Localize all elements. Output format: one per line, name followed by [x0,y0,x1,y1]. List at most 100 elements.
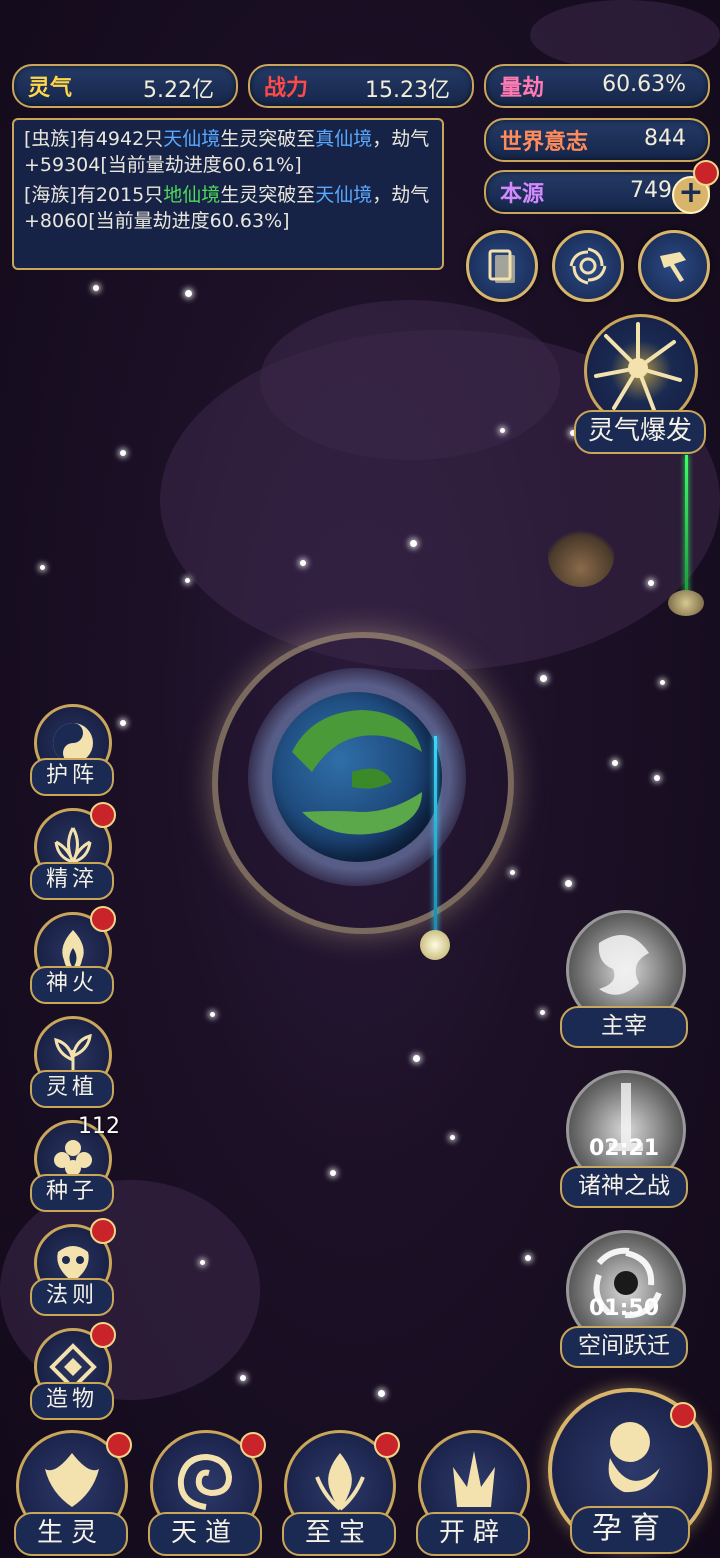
event-text: 生灵突破至 [220,128,316,150]
zhushen-label: 诸神之战 [560,1166,688,1208]
energy-beam [685,455,688,595]
vortex-button[interactable] [552,230,624,302]
menu-lingzhi[interactable]: 灵植 [28,1016,114,1112]
kongjian-timer: 01:50 [588,1296,660,1321]
event-log-panel: [虫族]有4942只天仙境生灵突破至真仙境，劫气+59304[当前量劫进度60.… [12,118,444,270]
benyuan-value: 749 [630,178,672,203]
zhibao-button[interactable]: 至宝 [278,1430,400,1556]
zaowu-label: 造物 [30,1382,114,1420]
menu-faze[interactable]: 法则 [28,1218,116,1320]
yunyu-label: 孕育 [570,1506,690,1554]
zhanli-stat[interactable]: 战力 15.23亿 [248,64,474,108]
event-text: 生灵突破至 [220,184,316,206]
star [120,450,126,456]
tiandao-label: 天道 [148,1512,262,1556]
hammer-icon [660,252,686,282]
swirl-icon [177,1453,233,1510]
lingqi-burst-button[interactable]: 灵气爆发 [574,314,706,454]
kongjian-button[interactable]: 01:50 空间跃迁 [560,1230,688,1368]
hammer-button[interactable] [638,230,710,302]
vortex-icon [569,247,607,285]
cards-button[interactable] [466,230,538,302]
shengling-button[interactable]: 生灵 [10,1430,132,1556]
star [300,560,306,566]
shenhuo-label: 神火 [30,966,114,1004]
cyan-beam [434,736,437,936]
embryo-icon [608,1422,660,1493]
notification-dot [90,802,116,828]
kaipi-label: 开辟 [416,1512,530,1556]
notification-dot [90,1218,116,1244]
star [500,428,505,433]
phoenix-icon [45,1453,99,1507]
star [510,870,515,875]
star [185,290,192,297]
lingzhi-label: 灵植 [30,1070,114,1108]
notification-dot [90,1322,116,1348]
menu-shenhuo[interactable]: 神火 [28,906,116,1008]
star [612,760,618,766]
star [378,1390,385,1397]
star [660,680,665,685]
star [540,675,547,682]
star [120,720,126,726]
lingqi-label: 灵气 [28,76,73,101]
treasure-icon [315,1453,365,1511]
benyuan-label: 本源 [500,182,545,207]
faze-label: 法则 [30,1278,114,1316]
nebula-cloud [260,300,560,460]
yunyu-button[interactable]: 孕育 [544,1388,712,1554]
star [648,580,654,586]
notification-dot [374,1432,400,1458]
spire-icon [453,1451,495,1507]
realm-text: 天仙境 [315,184,373,206]
menu-huzhen[interactable]: 护阵 [28,704,114,800]
star [93,285,99,291]
star [240,1375,246,1381]
tiandao-button[interactable]: 天道 [144,1430,266,1556]
kaipi-button[interactable]: 开辟 [412,1430,530,1556]
shengling-label: 生灵 [14,1512,128,1556]
notification-dot [670,1402,696,1428]
world-planet[interactable] [272,692,442,862]
zhushen-button[interactable]: 02:21 诸神之战 [560,1070,688,1208]
star [185,578,190,583]
notification-dot [693,160,719,186]
zhibao-label: 至宝 [282,1512,396,1556]
huzhen-label: 护阵 [30,758,114,796]
lingqi-stat[interactable]: 灵气 5.22亿 [12,64,238,108]
star [410,540,417,547]
zhongzi-label: 种子 [30,1174,114,1212]
realm-text: 真仙境 [315,128,373,150]
realm-text: 天仙境 [163,128,221,150]
star [654,775,660,781]
burst-label: 灵气爆发 [574,410,706,454]
star [450,1135,455,1140]
realm-text: 地仙境 [163,184,221,206]
seed-count-badge: 112 [78,1114,120,1139]
menu-jingcui[interactable]: 精淬 [28,802,116,904]
notification-dot [106,1432,132,1458]
zhanli-label: 战力 [264,76,309,101]
shijie-label: 世界意志 [500,130,589,155]
notification-dot [90,906,116,932]
cards-icon [488,249,515,283]
star [210,1012,215,1017]
star [40,565,45,570]
shijie-stat[interactable]: 世界意志 844 [484,118,710,162]
nebula-cloud [530,0,720,70]
continents-icon [292,710,422,835]
zhanli-value: 15.23亿 [365,78,450,103]
event-log-entry: [海族]有2015只地仙境生灵突破至天仙境，劫气+8060[当前量劫进度60.6… [24,182,432,234]
zhuzai-label: 主宰 [560,1006,688,1048]
liangjie-value: 60.63% [602,72,686,97]
menu-zaowu[interactable]: 造物 [28,1322,116,1424]
notification-dot [240,1432,266,1458]
star [540,1010,545,1015]
menu-zhongzi[interactable]: 种子 112 [28,1114,120,1216]
star [413,1055,420,1062]
zhuzai-button[interactable]: 主宰 [560,910,688,1048]
liangjie-stat[interactable]: 量劫 60.63% [484,64,710,108]
zhushen-timer: 02:21 [588,1136,660,1161]
kongjian-label: 空间跃迁 [560,1326,688,1368]
